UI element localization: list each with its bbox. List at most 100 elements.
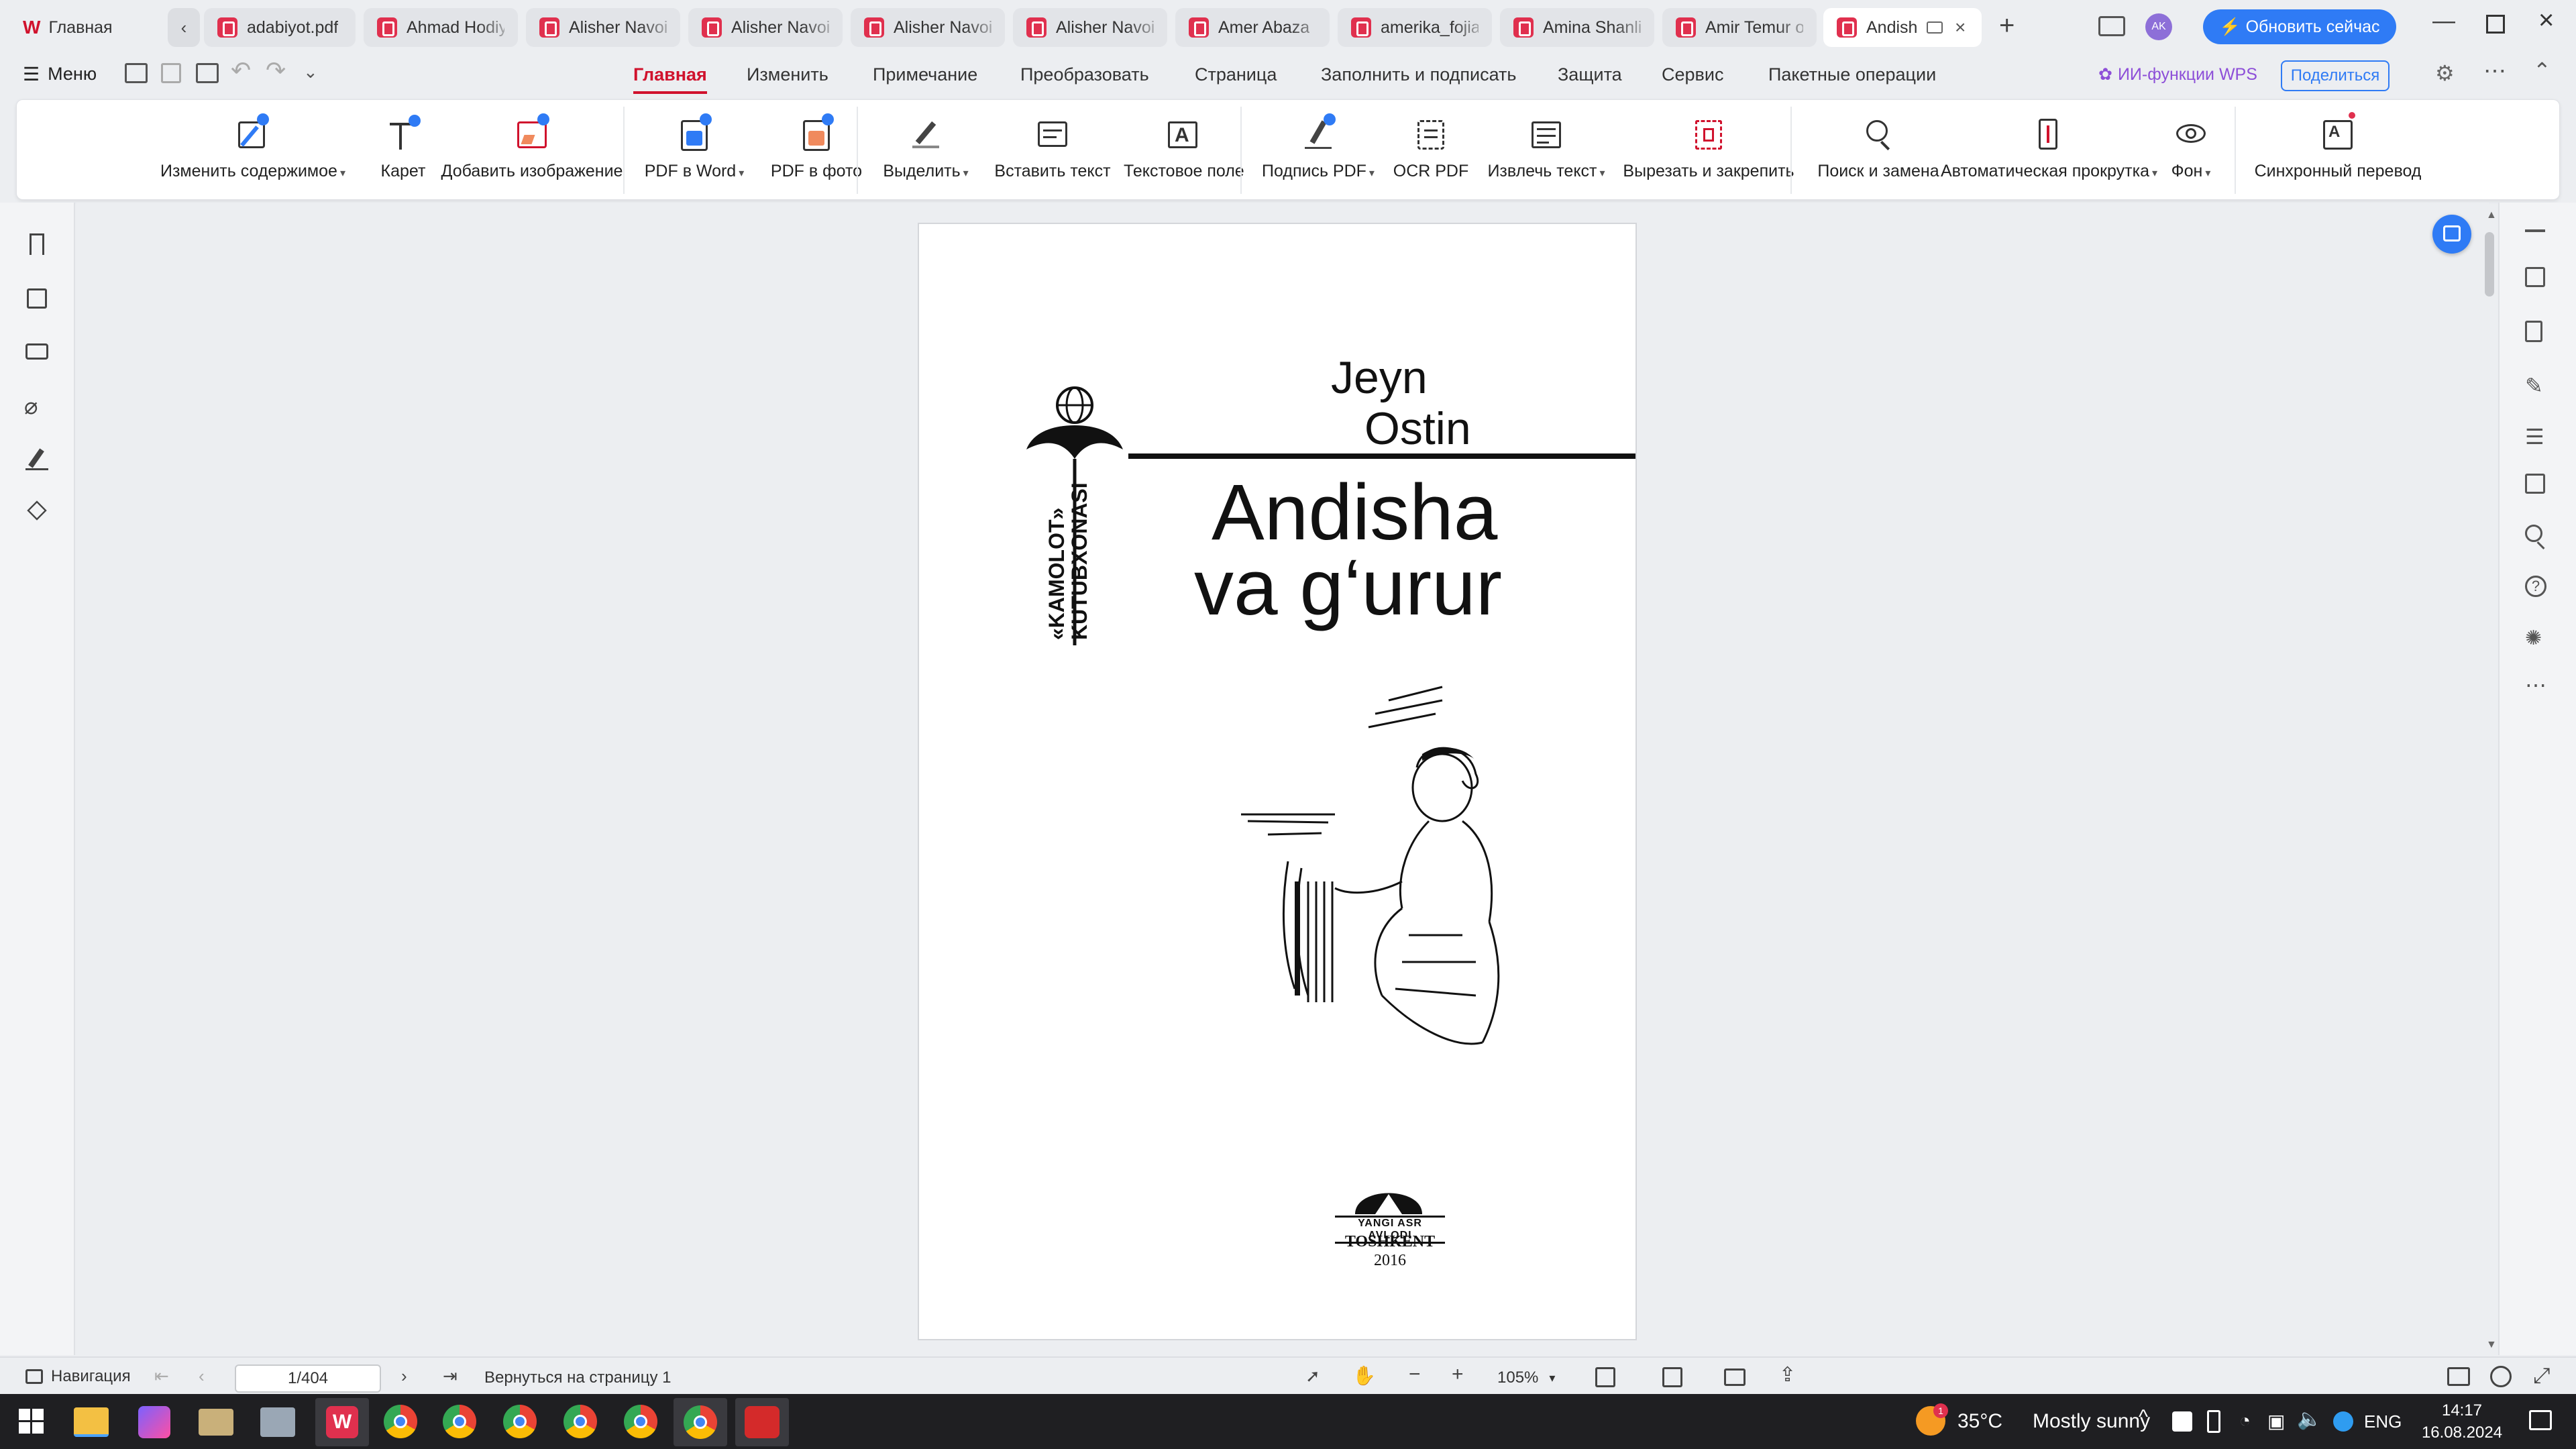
crop-pin-button[interactable]: Вырезать и закрепить bbox=[1616, 113, 1801, 194]
tab-file-8[interactable]: amerika_fojias bbox=[1338, 8, 1492, 47]
tab-convert[interactable]: Преобразовать bbox=[1020, 64, 1149, 85]
attachment-icon[interactable]: ⌀ bbox=[24, 393, 51, 420]
view-mode-icon[interactable] bbox=[1662, 1367, 1682, 1387]
red-app-taskbar-button[interactable] bbox=[735, 1398, 789, 1446]
chrome-icon[interactable] bbox=[564, 1405, 597, 1438]
floating-assistant-button[interactable] bbox=[2432, 215, 2471, 254]
collapse-panel-icon[interactable] bbox=[2525, 229, 2545, 232]
rotate-page-icon[interactable] bbox=[1724, 1368, 1746, 1386]
page-layout-icon[interactable] bbox=[2525, 474, 2552, 500]
windows-start-icon[interactable] bbox=[19, 1409, 44, 1434]
new-tab-button[interactable]: + bbox=[1999, 11, 2015, 41]
signature-panel-icon[interactable] bbox=[24, 447, 51, 474]
more-tools-icon[interactable]: ⋯ bbox=[2525, 672, 2552, 699]
comments-icon[interactable] bbox=[24, 339, 51, 366]
restore-window-button[interactable] bbox=[2486, 15, 2505, 34]
tab-batch[interactable]: Пакетные операции bbox=[1768, 64, 1936, 85]
tab-edit[interactable]: Изменить bbox=[747, 64, 828, 85]
pdf-signature-button[interactable]: Подпись PDF ▾ bbox=[1258, 113, 1379, 194]
more-options-icon[interactable]: ⋯ bbox=[2483, 58, 2506, 85]
previous-page-icon[interactable]: ‹ bbox=[199, 1366, 205, 1387]
ocr-pdf-button[interactable]: OCR PDF bbox=[1389, 113, 1472, 194]
quick-access-dropdown-icon[interactable]: ⌄ bbox=[303, 62, 318, 83]
network-icon[interactable]: ◔ bbox=[2239, 1410, 2251, 1432]
sync-translate-button[interactable]: A Синхронный перевод bbox=[2251, 112, 2425, 194]
back-to-page-link[interactable]: Вернуться на страницу 1 bbox=[484, 1368, 672, 1387]
auto-scroll-button[interactable]: Автоматическая прокрутка ▾ bbox=[1941, 113, 2157, 194]
pdf-to-image-button[interactable]: PDF в фото bbox=[763, 113, 870, 194]
monitor-icon[interactable] bbox=[1927, 21, 1943, 34]
outline-panel-icon[interactable]: ☰ bbox=[2525, 424, 2552, 451]
tab-file-10[interactable]: Amir Temur o' bbox=[1662, 8, 1817, 47]
chrome-active-taskbar-button[interactable] bbox=[674, 1398, 727, 1446]
share-button[interactable]: Поделиться bbox=[2281, 60, 2390, 91]
close-window-button[interactable]: × bbox=[2538, 5, 2554, 36]
zoom-out-icon[interactable]: − bbox=[1409, 1363, 1421, 1386]
tray-app-icon[interactable] bbox=[2172, 1411, 2192, 1432]
navigation-toggle[interactable]: Навигация bbox=[25, 1367, 131, 1386]
document-properties-icon[interactable] bbox=[2525, 321, 2552, 347]
tab-scroll-left-button[interactable]: ‹ bbox=[168, 8, 200, 47]
background-button[interactable]: Фон ▾ bbox=[2161, 113, 2221, 194]
tab-file-5[interactable]: Alisher Navoiy bbox=[851, 8, 1005, 47]
chrome-icon[interactable] bbox=[503, 1405, 537, 1438]
ai-features-button[interactable]: ✿ ИИ-функции WPS bbox=[2098, 64, 2257, 85]
tray-expand-icon[interactable]: ^ bbox=[2139, 1406, 2148, 1429]
hand-tool-icon[interactable]: ✋ bbox=[1352, 1364, 1376, 1387]
tab-main[interactable]: Главная bbox=[633, 64, 707, 94]
play-slideshow-icon[interactable] bbox=[2490, 1366, 2512, 1387]
bookmark-icon[interactable] bbox=[24, 232, 51, 259]
collapse-ribbon-icon[interactable]: ⌃ bbox=[2533, 58, 2551, 83]
help-icon[interactable]: ? bbox=[2525, 576, 2552, 602]
zoom-dropdown[interactable]: 105% ▾ bbox=[1497, 1368, 1555, 1387]
camera-icon[interactable]: ▣ bbox=[2267, 1410, 2285, 1432]
vertical-scrollbar[interactable]: ▲ ▼ bbox=[2482, 209, 2497, 1353]
tab-annotate[interactable]: Примечание bbox=[873, 64, 977, 85]
chrome-icon[interactable] bbox=[624, 1405, 657, 1438]
file-explorer-icon[interactable] bbox=[74, 1407, 109, 1437]
tab-file-active[interactable]: Andish × bbox=[1823, 8, 1982, 47]
next-page-icon[interactable]: › bbox=[401, 1366, 407, 1387]
system-app-icon[interactable] bbox=[260, 1407, 295, 1437]
tab-protect[interactable]: Защита bbox=[1558, 64, 1622, 85]
undo-icon[interactable]: ↶ bbox=[231, 56, 251, 85]
update-now-button[interactable]: ⚡ Обновить сейчас bbox=[2203, 9, 2396, 44]
settings-gear-icon[interactable]: ⚙ bbox=[2435, 60, 2455, 86]
tab-file-6[interactable]: Alisher Navoiy bbox=[1013, 8, 1167, 47]
archive-app-icon[interactable] bbox=[199, 1409, 233, 1436]
tab-file-2[interactable]: Ahmad Hodiy bbox=[364, 8, 518, 47]
tab-file-4[interactable]: Alisher Navoiy bbox=[688, 8, 843, 47]
thumbnails-icon[interactable] bbox=[24, 286, 51, 313]
highlight-button[interactable]: Выделить ▾ bbox=[875, 113, 976, 194]
close-tab-icon[interactable]: × bbox=[1955, 17, 1966, 38]
select-tool-icon[interactable]: ➚ bbox=[1305, 1366, 1320, 1387]
first-page-icon[interactable]: ⇤ bbox=[154, 1366, 169, 1387]
wps-taskbar-button[interactable]: W bbox=[315, 1398, 369, 1446]
tab-fill-sign[interactable]: Заполнить и подписать bbox=[1321, 64, 1517, 85]
minimize-window-button[interactable]: — bbox=[2432, 8, 2455, 34]
chrome-icon[interactable] bbox=[384, 1405, 417, 1438]
creative-app-icon[interactable] bbox=[138, 1406, 170, 1438]
open-folder-icon[interactable] bbox=[125, 63, 148, 83]
reading-mode-icon[interactable] bbox=[2098, 16, 2125, 36]
search-replace-button[interactable]: Поиск и замена bbox=[1808, 113, 1949, 194]
extract-text-button[interactable]: Извлечь текст ▾ bbox=[1481, 113, 1612, 194]
save-icon[interactable] bbox=[161, 63, 181, 83]
chrome-icon[interactable] bbox=[443, 1405, 476, 1438]
scrollbar-thumb[interactable] bbox=[2485, 232, 2494, 297]
sign-panel-icon[interactable]: ✎ bbox=[2525, 373, 2552, 400]
print-icon[interactable] bbox=[196, 63, 219, 83]
pdf-to-word-button[interactable]: PDF в Word ▾ bbox=[634, 113, 755, 194]
tab-home[interactable]: W Главная bbox=[9, 8, 162, 47]
tab-file-7[interactable]: Amer Abaza bbox=[1175, 8, 1330, 47]
tab-service[interactable]: Сервис bbox=[1662, 64, 1723, 85]
usb-device-icon[interactable] bbox=[2207, 1410, 2220, 1433]
add-image-button[interactable]: Добавить изображение bbox=[431, 113, 633, 194]
fullscreen-icon[interactable]: ⤢ bbox=[2533, 1363, 2551, 1389]
tab-file-1[interactable]: adabiyot.pdf bbox=[204, 8, 356, 47]
tab-page[interactable]: Страница bbox=[1195, 64, 1277, 85]
main-menu-button[interactable]: ☰ Меню bbox=[23, 63, 97, 85]
scroll-down-arrow-icon[interactable]: ▼ bbox=[2486, 1339, 2497, 1351]
layers-icon[interactable] bbox=[24, 499, 51, 526]
tab-file-9[interactable]: Amina Shanlik bbox=[1500, 8, 1654, 47]
